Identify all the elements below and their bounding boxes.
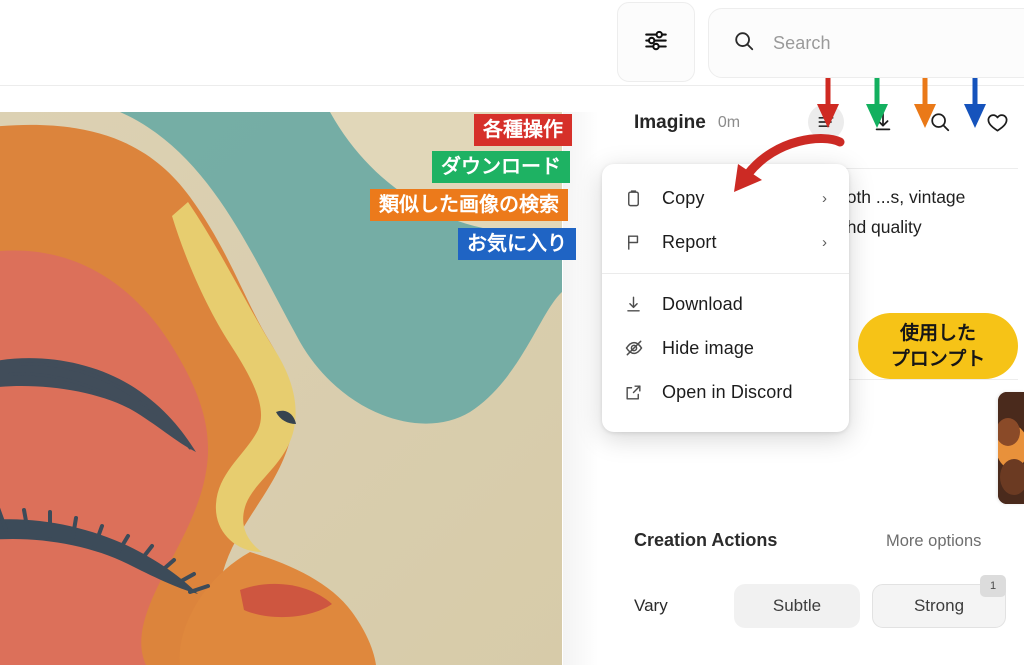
vary-row-label: Vary — [634, 596, 734, 616]
arrow-blue — [953, 76, 997, 132]
menu-item-hide-image[interactable]: Hide image — [602, 326, 849, 370]
search-placeholder: Search — [773, 33, 831, 54]
sliders-icon — [643, 27, 669, 58]
eye-off-icon — [624, 338, 650, 358]
menu-item-report-label: Report — [662, 232, 717, 253]
creation-title: Imagine — [634, 112, 706, 134]
arrow-red — [806, 76, 850, 132]
chevron-right-icon: › — [822, 234, 827, 251]
menu-item-report[interactable]: Report › — [602, 220, 849, 264]
menu-item-hide-image-label: Hide image — [662, 338, 754, 359]
annotation-bubble-line1: 使用した — [900, 320, 976, 346]
download-icon — [624, 295, 650, 314]
arrow-orange — [903, 76, 947, 132]
arrow-green — [855, 76, 899, 132]
flag-icon — [624, 233, 650, 252]
vary-subtle-label: Subtle — [773, 596, 821, 616]
thumbnail-card[interactable] — [998, 392, 1024, 504]
arrow-curved-red — [728, 130, 848, 202]
top-bar: Search — [0, 0, 1024, 86]
vary-row: Vary Subtle Strong 1 — [634, 584, 1006, 628]
menu-item-open-in-discord[interactable]: Open in Discord — [602, 370, 849, 414]
external-link-icon — [624, 383, 650, 402]
menu-item-copy-label: Copy — [662, 188, 704, 209]
vary-strong-label: Strong — [914, 596, 964, 616]
more-options-link[interactable]: More options — [886, 532, 981, 551]
vary-strong-badge: 1 — [980, 575, 1006, 597]
context-menu[interactable]: Copy › Report › Download Hide image — [602, 164, 849, 432]
menu-separator — [602, 273, 849, 274]
annotation-label-search-similar: 類似した画像の検索 — [370, 189, 568, 221]
thumbnail-image — [998, 392, 1024, 504]
menu-item-download-label: Download — [662, 294, 743, 315]
annotation-label-download: ダウンロード — [432, 151, 570, 183]
annotation-bubble-prompt: 使用した プロンプト — [858, 313, 1018, 379]
search-input[interactable]: Search — [708, 8, 1024, 78]
menu-item-open-in-discord-label: Open in Discord — [662, 382, 793, 403]
creation-header: Imagine 0m — [634, 112, 740, 134]
vary-subtle-button[interactable]: Subtle — [734, 584, 860, 628]
annotation-bubble-line2: プロンプト — [891, 346, 985, 372]
menu-item-download[interactable]: Download — [602, 282, 849, 326]
annotation-label-actions: 各種操作 — [474, 114, 572, 146]
annotation-label-favorite: お気に入り — [458, 228, 576, 260]
search-icon — [733, 30, 755, 57]
creation-actions-heading: Creation Actions — [634, 530, 777, 551]
panel-divider — [563, 112, 598, 665]
vary-strong-button[interactable]: Strong 1 — [872, 584, 1006, 628]
clipboard-icon — [624, 189, 650, 208]
filter-button[interactable] — [617, 2, 695, 82]
